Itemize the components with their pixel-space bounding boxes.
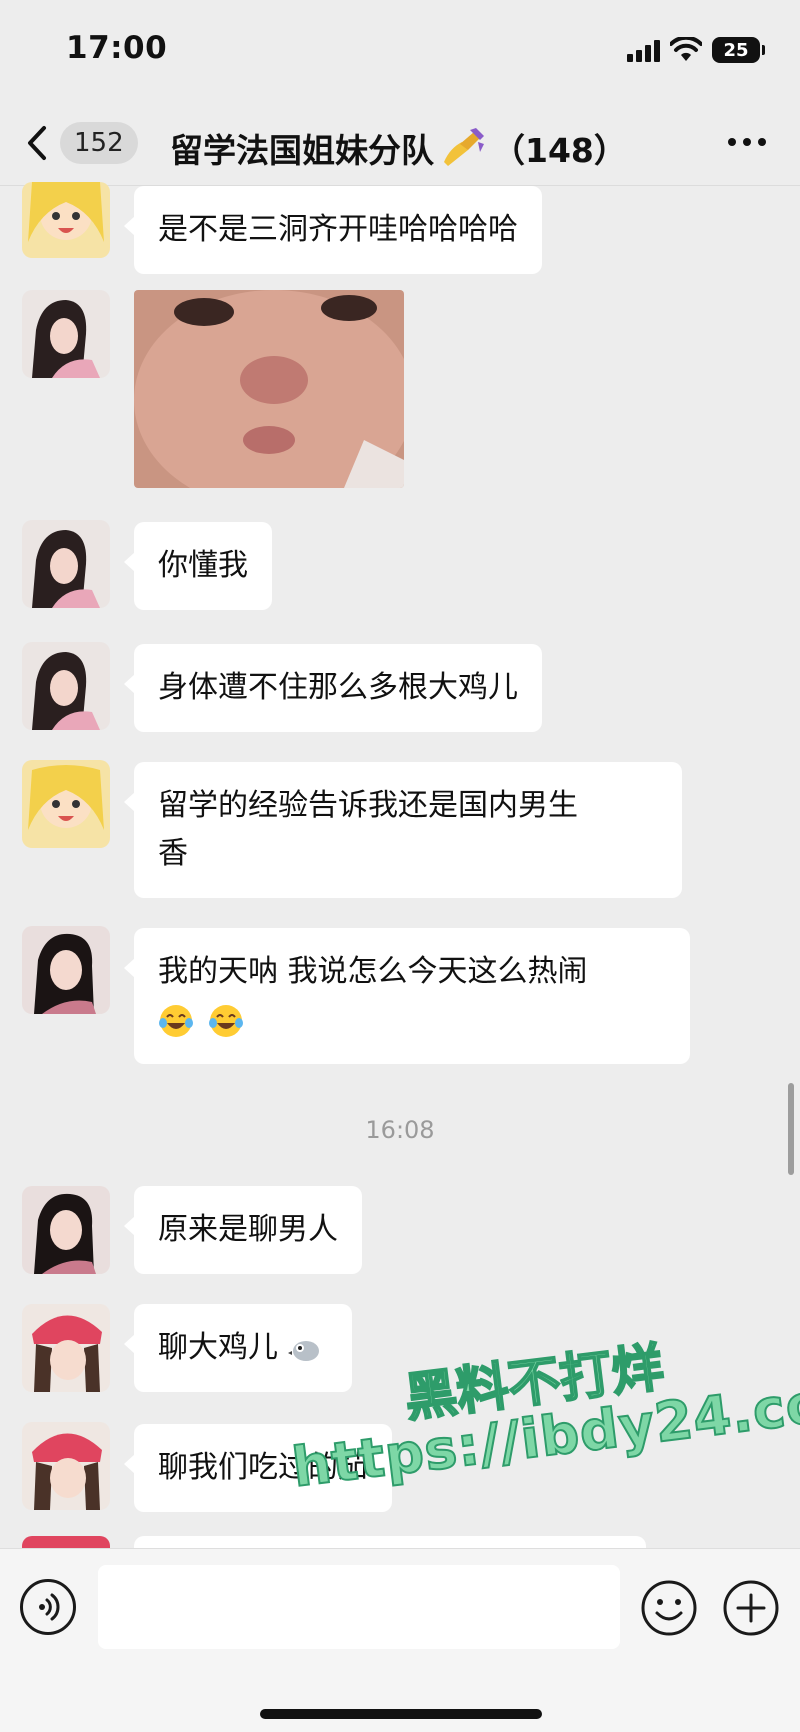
message-bubble[interactable]: 身体遭不住那么多根大鸡儿: [124, 644, 542, 732]
timestamp-separator: 16:08: [365, 1116, 435, 1144]
avatar-girl-pink[interactable]: [22, 642, 110, 730]
message-bubble[interactable]: 我的天呐 我说怎么今天这么热闹: [124, 928, 690, 1064]
message-text-line: 我的天呐 我说怎么今天这么热闹: [158, 954, 588, 989]
avatar-girl-pink-hat[interactable]: [22, 1422, 110, 1510]
message-text-line: 留学的经验告诉我还是国内男生: [158, 788, 578, 823]
avatar-partial: [22, 1536, 110, 1548]
laughing-tears-emoji-icon: [208, 1004, 243, 1037]
unread-count-badge: 152: [60, 122, 138, 164]
bird-emoji-icon: [287, 1340, 319, 1361]
voice-input-button[interactable]: [20, 1579, 76, 1635]
input-bar: [0, 1548, 800, 1732]
message-bubble[interactable]: 聊我们吃过的茄: [124, 1424, 392, 1512]
status-icons: 25: [627, 33, 765, 67]
message-bubble[interactable]: 是不是三洞齐开哇哈哈哈哈: [124, 186, 542, 274]
emoji-line: [158, 996, 666, 1044]
avatar-girl-dark-hair[interactable]: [22, 1186, 110, 1274]
plus-icon[interactable]: [722, 1579, 780, 1637]
avatar-cartoon[interactable]: [22, 182, 110, 258]
wifi-icon: [670, 37, 702, 61]
message-input[interactable]: [98, 1565, 620, 1649]
back-button[interactable]: 152: [20, 118, 138, 168]
status-bar: 17:00 25: [0, 0, 800, 100]
message-bubble[interactable]: 留学的经验告诉我还是国内男生 香: [124, 762, 682, 898]
member-count: （148）: [492, 131, 627, 170]
laughing-tears-emoji-icon: [159, 1004, 193, 1037]
avatar-girl-pink[interactable]: [22, 290, 110, 378]
message-bubble-partial: [134, 1536, 646, 1548]
chevron-left-icon: [28, 126, 46, 160]
message-bubble[interactable]: 你懂我: [124, 522, 272, 610]
battery-icon: 25: [712, 37, 765, 63]
message-bubble[interactable]: 聊大鸡儿: [124, 1304, 352, 1392]
home-indicator: [260, 1709, 542, 1719]
sticker-image-crying-baby[interactable]: [134, 290, 404, 488]
avatar-cartoon[interactable]: [22, 760, 110, 848]
group-name: 留学法国姐妹分队: [170, 131, 434, 170]
voice-icon: [39, 1593, 60, 1621]
status-time: 17:00: [66, 30, 168, 66]
watermark-text: 黑料不打烊: [401, 1337, 668, 1430]
avatar-girl-pink[interactable]: [22, 520, 110, 608]
chat-title[interactable]: 留学法国姐妹分队 （148）: [170, 124, 627, 172]
cellular-signal-icon: [627, 38, 660, 62]
message-text: 聊大鸡儿: [158, 1330, 278, 1365]
avatar-girl-pink-hat[interactable]: [22, 1304, 110, 1392]
message-text-line: 香: [158, 836, 188, 871]
more-options-icon[interactable]: [728, 138, 766, 146]
emoji-icon[interactable]: [640, 1579, 698, 1637]
message-bubble[interactable]: 原来是聊男人: [124, 1186, 362, 1274]
scrollbar[interactable]: [788, 1083, 794, 1175]
avatar-girl-dark-hair[interactable]: [22, 926, 110, 1014]
nail-polish-emoji-icon: [444, 128, 484, 166]
message-row-partial: [0, 1536, 800, 1548]
chat-header: 152 留学法国姐妹分队 （148）: [0, 100, 800, 186]
